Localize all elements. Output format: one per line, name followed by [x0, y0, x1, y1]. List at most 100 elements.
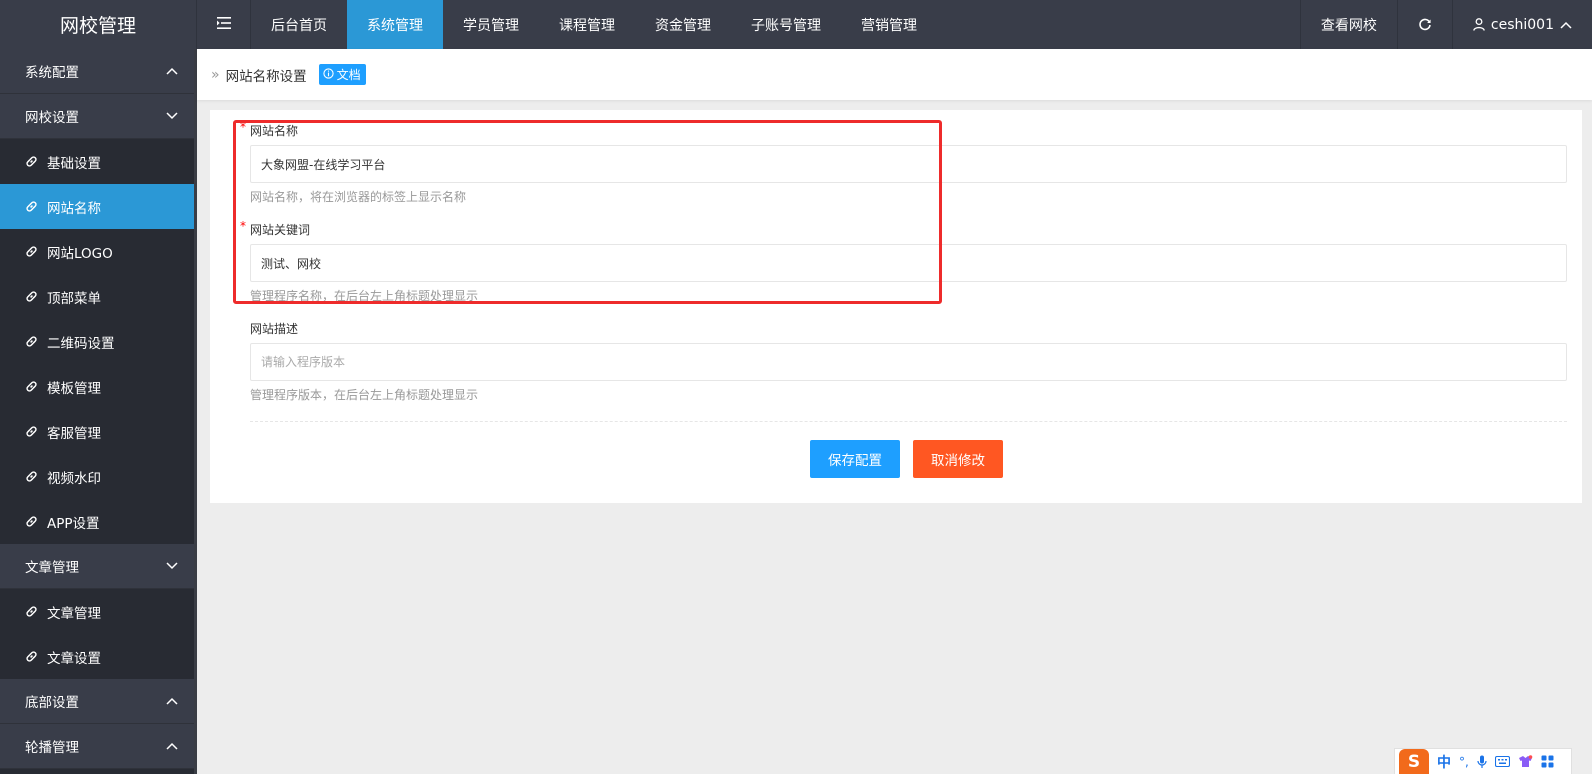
nav-courses[interactable]: 课程管理 — [539, 0, 635, 49]
menu-toggle-icon — [216, 16, 231, 33]
sidebar-group-label: 底部设置 — [25, 695, 79, 711]
sidebar-item-article-manage[interactable]: 文章管理 — [0, 589, 194, 634]
link-icon — [25, 155, 38, 168]
description-field: 网站描述 管理程序版本，在后台左上角标题处理显示 — [250, 321, 1567, 402]
username: ceshi001 — [1490, 16, 1554, 33]
description-label: 网站描述 — [250, 322, 299, 336]
info-icon — [322, 67, 334, 82]
sidebar-item-label: 视频水印 — [47, 470, 101, 487]
doc-label: 文档 — [336, 68, 361, 82]
menu-toggle-button[interactable] — [197, 0, 251, 49]
site-name-field: * 网站名称 网站名称，将在浏览器的标签上显示名称 — [240, 120, 1567, 204]
sidebar: 系统配置 网校设置 基础设置 网站名称 网站LOGO 顶部菜单 二维码设置 模板… — [0, 49, 197, 774]
sidebar-group-label: 网校设置 — [25, 110, 79, 126]
nav-system[interactable]: 系统管理 — [347, 0, 443, 49]
ime-lang-toggle[interactable]: 中 — [1437, 752, 1451, 772]
sidebar-item-basic-settings[interactable]: 基础设置 — [0, 139, 194, 184]
brand-title[interactable]: 网校管理 — [0, 0, 197, 49]
sidebar-item-label: 客服管理 — [47, 425, 101, 442]
sidebar-group-site-settings[interactable]: 网校设置 — [0, 94, 194, 139]
sidebar-item-qrcode[interactable]: 二维码设置 — [0, 319, 194, 364]
site-name-label: * 网站名称 — [240, 120, 1567, 139]
sidebar-item-label: 网站名称 — [47, 200, 101, 217]
link-icon — [25, 380, 38, 393]
sidebar-item-video-watermark[interactable]: 视频水印 — [0, 454, 194, 499]
toolbox-icon[interactable] — [1541, 755, 1554, 768]
page-title: 网站名称设置 — [225, 68, 307, 85]
nav-finance[interactable]: 资金管理 — [635, 0, 731, 49]
nav-home[interactable]: 后台首页 — [251, 0, 347, 49]
nav-subaccounts[interactable]: 子账号管理 — [731, 0, 841, 49]
chevron-up-icon — [166, 63, 178, 79]
sidebar-item-label: 网站LOGO — [47, 245, 113, 262]
sidebar-item-top-menu[interactable]: 顶部菜单 — [0, 274, 194, 319]
description-input[interactable] — [250, 343, 1567, 381]
nav-marketing[interactable]: 营销管理 — [841, 0, 937, 49]
link-icon — [25, 605, 38, 618]
chevron-up-icon — [166, 693, 178, 709]
ime-toolbar: S 中 °, — [1394, 748, 1572, 774]
link-icon — [25, 335, 38, 348]
nav-students[interactable]: 学员管理 — [443, 0, 539, 49]
required-mark: * — [240, 120, 246, 134]
site-name-hint: 网站名称，将在浏览器的标签上显示名称 — [250, 190, 467, 204]
chevron-up-icon — [166, 738, 178, 754]
link-icon — [25, 200, 38, 213]
sidebar-item-label: 二维码设置 — [47, 335, 115, 352]
link-icon — [25, 470, 38, 483]
sidebar-group-articles[interactable]: 文章管理 — [0, 544, 194, 589]
required-mark: * — [240, 219, 246, 233]
sidebar-group-system-config[interactable]: 系统配置 — [0, 49, 194, 94]
sidebar-group-label: 文章管理 — [25, 560, 79, 576]
save-button[interactable]: 保存配置 — [810, 440, 900, 478]
sidebar-item-app-settings[interactable]: APP设置 — [0, 499, 194, 544]
settings-form-card: * 网站名称 网站名称，将在浏览器的标签上显示名称 * 网站关键词 管理程序名称… — [210, 110, 1582, 503]
sidebar-item-site-logo[interactable]: 网站LOGO — [0, 229, 194, 274]
sidebar-group-carousel[interactable]: 轮播管理 — [0, 724, 194, 769]
keywords-label-text: 网站关键词 — [250, 223, 311, 237]
sidebar-item-templates[interactable]: 模板管理 — [0, 364, 194, 409]
ime-punct-toggle[interactable]: °, — [1459, 755, 1469, 769]
sidebar-item-label: 文章管理 — [47, 605, 101, 622]
sidebar-item-label: APP设置 — [47, 515, 100, 532]
user-menu[interactable]: ceshi001 — [1451, 0, 1592, 49]
sidebar-item-site-name[interactable]: 网站名称 — [0, 184, 194, 229]
ime-logo[interactable]: S — [1399, 748, 1429, 774]
site-name-label-text: 网站名称 — [250, 124, 299, 138]
chevron-down-icon — [166, 558, 178, 574]
breadcrumb: » 网站名称设置 文档 — [197, 49, 1592, 100]
microphone-icon[interactable] — [1477, 755, 1487, 769]
view-site-button[interactable]: 查看网校 — [1299, 0, 1397, 49]
keywords-input[interactable] — [250, 244, 1567, 282]
keywords-hint: 管理程序名称，在后台左上角标题处理显示 — [250, 289, 479, 303]
sidebar-group-label: 系统配置 — [25, 65, 79, 81]
sidebar-item-label: 基础设置 — [47, 155, 101, 172]
top-nav: 后台首页 系统管理 学员管理 课程管理 资金管理 子账号管理 营销管理 — [251, 0, 937, 49]
link-icon — [25, 425, 38, 438]
keywords-label: * 网站关键词 — [240, 219, 1567, 238]
cancel-button[interactable]: 取消修改 — [913, 440, 1003, 478]
chevron-up-icon — [1560, 21, 1572, 29]
form-actions: 保存配置 取消修改 — [810, 440, 1003, 478]
chevron-down-icon — [166, 108, 178, 124]
refresh-icon — [1418, 18, 1432, 32]
link-icon — [25, 515, 38, 528]
link-icon — [25, 650, 38, 663]
sidebar-item-customer-service[interactable]: 客服管理 — [0, 409, 194, 454]
breadcrumb-arrow-icon: » — [211, 66, 220, 83]
sidebar-item-label: 文章设置 — [47, 650, 101, 667]
user-icon — [1473, 18, 1485, 31]
sidebar-group-label: 轮播管理 — [25, 740, 79, 756]
skin-icon[interactable] — [1518, 755, 1533, 768]
refresh-button[interactable] — [1396, 0, 1452, 49]
sidebar-group-footer-settings[interactable]: 底部设置 — [0, 679, 194, 724]
link-icon — [25, 245, 38, 258]
doc-button[interactable]: 文档 — [318, 64, 366, 85]
top-bar: 网校管理 后台首页 系统管理 学员管理 课程管理 资金管理 子账号管理 营销管理… — [0, 0, 1592, 49]
site-name-input[interactable] — [250, 145, 1567, 183]
sidebar-item-article-settings[interactable]: 文章设置 — [0, 634, 194, 679]
keyboard-icon[interactable] — [1494, 756, 1510, 767]
top-right-actions: 查看网校 ceshi001 — [1299, 0, 1592, 49]
sidebar-item-label: 顶部菜单 — [47, 290, 101, 307]
sidebar-item-label: 模板管理 — [47, 380, 101, 397]
